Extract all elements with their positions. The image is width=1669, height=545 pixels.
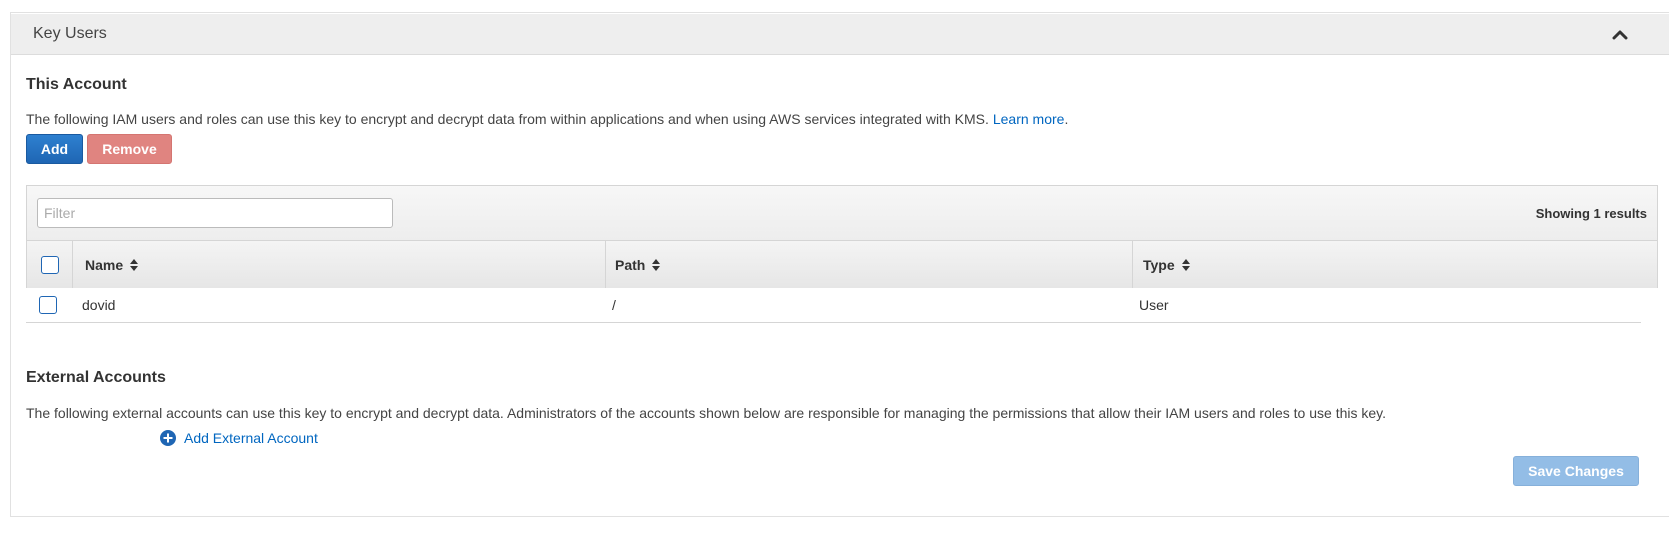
save-changes-button[interactable]: Save Changes [1513, 456, 1639, 486]
external-accounts-title: External Accounts [26, 369, 166, 386]
filter-bar: Showing 1 results [27, 186, 1657, 241]
column-separator [605, 241, 606, 288]
column-separator [1132, 241, 1133, 288]
column-header-path[interactable]: Path [615, 241, 661, 288]
column-header-name[interactable]: Name [85, 241, 139, 288]
this-account-description: The following IAM users and roles can us… [26, 111, 1068, 127]
panel-header[interactable]: Key Users [11, 14, 1669, 55]
add-button[interactable]: Add [26, 134, 83, 164]
row-name: dovid [82, 297, 116, 313]
collapse-button[interactable] [1608, 22, 1632, 46]
row-path: / [612, 297, 616, 313]
sort-icon [652, 258, 661, 271]
column-header-type[interactable]: Type [1143, 241, 1190, 288]
this-account-description-text: The following IAM users and roles can us… [26, 111, 989, 127]
column-header-path-label: Path [615, 256, 646, 273]
sort-icon [130, 258, 139, 271]
remove-button[interactable]: Remove [87, 134, 172, 164]
learn-more-link[interactable]: Learn more [993, 111, 1065, 127]
table-header-row: Name Path Type [27, 241, 1657, 288]
external-accounts-description: The following external accounts can use … [26, 405, 1387, 421]
column-header-name-label: Name [85, 256, 124, 273]
key-users-table: Showing 1 results Name Path Type [26, 185, 1658, 288]
plus-circle-icon [160, 430, 176, 446]
add-external-account-button[interactable]: Add External Account [160, 430, 318, 446]
select-all-checkbox[interactable] [41, 256, 59, 274]
column-header-type-label: Type [1143, 256, 1175, 273]
this-account-title: This Account [26, 76, 127, 93]
table-row[interactable]: dovid / User [26, 288, 1641, 323]
learn-more-suffix: . [1064, 111, 1069, 127]
column-separator [72, 241, 73, 288]
add-external-account-label: Add External Account [184, 430, 318, 446]
filter-input[interactable] [37, 198, 393, 228]
sort-icon [1181, 258, 1190, 271]
row-checkbox[interactable] [39, 296, 57, 314]
panel-top-divider [10, 0, 1669, 13]
chevron-up-icon [1612, 30, 1628, 40]
panel-title: Key Users [33, 25, 107, 42]
results-count: Showing 1 results [1535, 206, 1647, 221]
row-type: User [1139, 297, 1169, 313]
